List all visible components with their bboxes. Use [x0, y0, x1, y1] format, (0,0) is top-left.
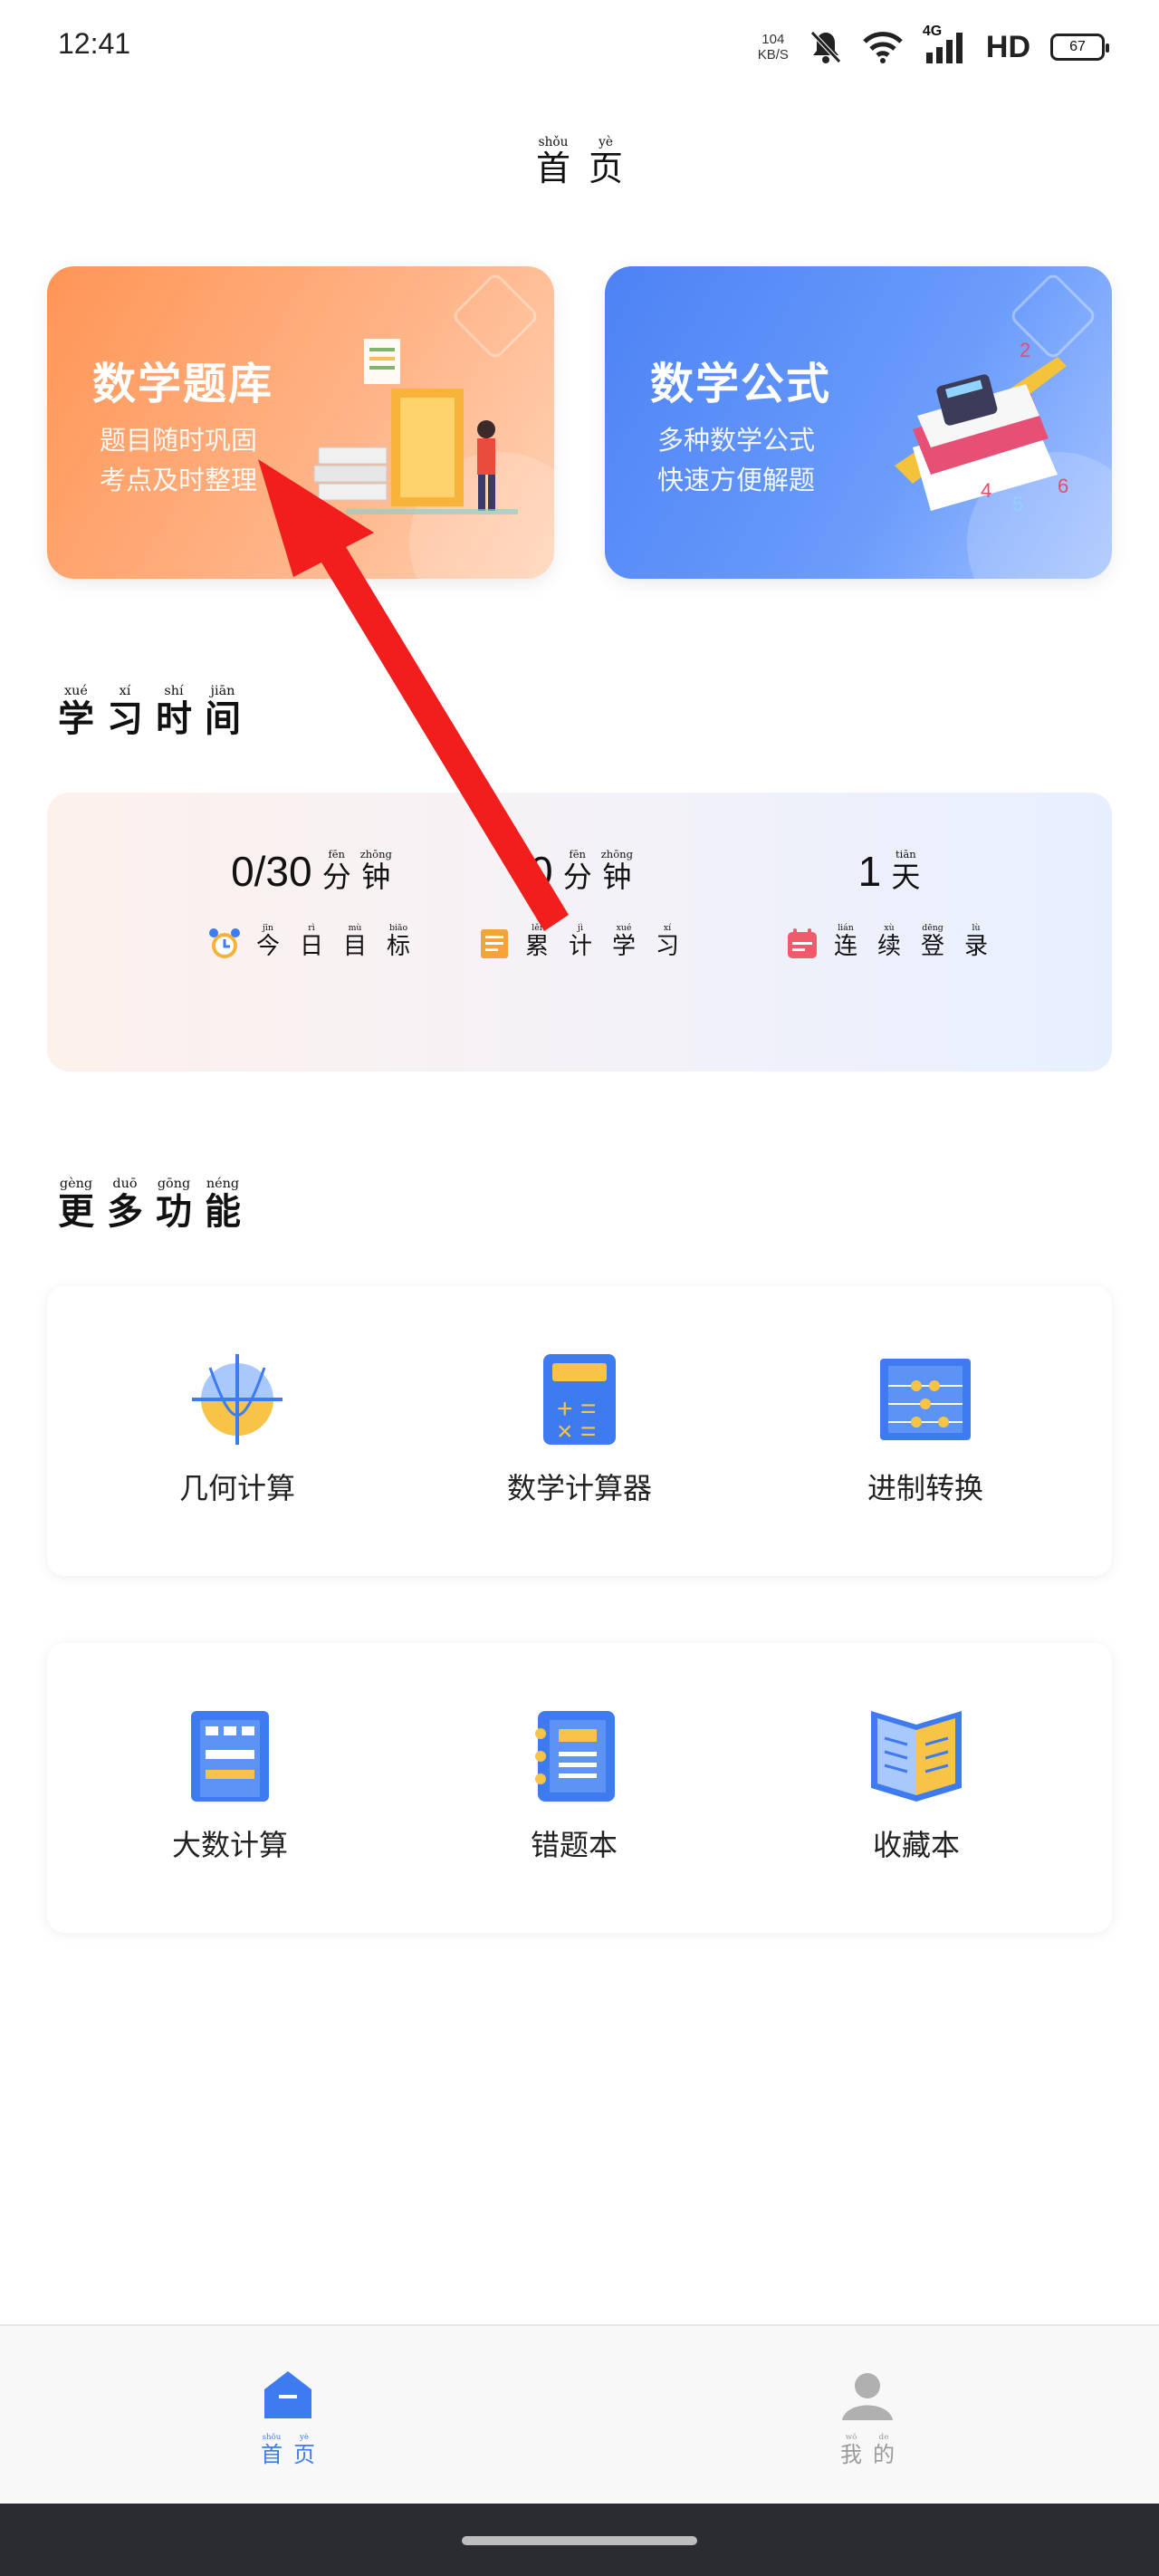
feature-label: 大数计算: [171, 1828, 288, 1862]
nav-mine-tab[interactable]: 我wǒ的de: [777, 2366, 958, 2468]
more-features-title: 更gèng多duō功gōng能néng: [58, 1177, 254, 1236]
svg-text:2: 2: [1020, 339, 1030, 361]
feature-label: 数学计算器: [506, 1471, 652, 1505]
feature-label: 收藏本: [872, 1828, 960, 1862]
title-char: 页yè: [589, 135, 624, 188]
stat-unit: 分fēn钟zhōng: [321, 848, 392, 894]
notebook-icon: [535, 1711, 615, 1802]
title-char: 首shǒu: [535, 135, 570, 188]
svg-text:4: 4: [981, 479, 991, 502]
card-subtitle: 题目随时巩固 考点及时整理: [100, 420, 257, 500]
net-speed-unit: KB/S: [757, 47, 789, 62]
geometry-graph-icon: [192, 1354, 283, 1445]
features-row-2: 大数计算 错题本 收藏本: [47, 1643, 1112, 1933]
feature-label: 错题本: [530, 1828, 618, 1862]
card-title: 数学题库: [92, 359, 274, 409]
home-screen: 12:41 104 KB/S 4G HD 67 首shǒu页yè 数学题库 题目…: [0, 0, 1159, 2576]
open-book-icon: [871, 1711, 962, 1802]
cellular-signal-icon: 4G: [923, 24, 966, 65]
stat-label: 今jīn 日rì 目mù 标biāo: [158, 923, 465, 961]
stat-value: 1: [857, 848, 882, 895]
stat-value: 0: [530, 848, 553, 895]
geometry-calc-button[interactable]: 几何计算: [101, 1350, 373, 1507]
calendar-icon: [787, 928, 817, 958]
stat-unit: 天tiān: [891, 848, 921, 894]
feature-label: 几何计算: [178, 1471, 295, 1505]
abacus-icon: [880, 1359, 971, 1440]
card-title: 数学公式: [650, 359, 832, 409]
status-icons: 104 KB/S 4G HD 67: [758, 20, 1109, 74]
battery-icon: 67: [1050, 34, 1109, 61]
network-type: 4G: [922, 24, 943, 39]
books-illustration-icon: [313, 339, 518, 514]
today-goal-stat: 0/30 分fēn钟zhōng 今jīn 日rì 目mù 标biāo: [158, 847, 465, 961]
page-title: 首shǒu 页yè: [0, 135, 1159, 190]
mute-bell-icon: [810, 31, 841, 63]
study-stats-panel: 0/30 分fēn钟zhōng 今jīn 日rì 目mù 标biāo 0 分fēn钟z…: [47, 793, 1112, 1072]
feature-label: 进制转换: [867, 1471, 983, 1505]
mistake-book-button[interactable]: 错题本: [438, 1706, 710, 1864]
bottom-nav: 首shǒu页yè 我wǒ的de: [0, 2324, 1159, 2504]
card-line: 快速方便解题: [657, 465, 816, 495]
big-number-calc-button[interactable]: 大数计算: [94, 1706, 366, 1864]
stat-unit: 分fēn钟zhōng: [562, 848, 633, 894]
status-bar: 12:41 104 KB/S 4G HD 67: [0, 0, 1159, 94]
card-line: 题目随时巩固: [100, 425, 258, 456]
user-profile-icon: [842, 2373, 893, 2420]
question-bank-card[interactable]: 数学题库 题目随时巩固 考点及时整理: [47, 266, 554, 579]
status-time: 12:41: [58, 27, 131, 60]
calculator-icon: + =× =: [543, 1354, 616, 1447]
login-streak-stat: 1 天tiān 连lián 续xù 登dēng 录lù: [735, 847, 1043, 961]
card-line: 考点及时整理: [100, 465, 258, 495]
math-formula-card[interactable]: 数学公式 多种数学公式 快速方便解题 2 5 6 4: [605, 266, 1112, 579]
formula-books-illustration-icon: 2 5 6 4: [895, 339, 1068, 515]
base-conversion-button[interactable]: 进制转换: [790, 1350, 1061, 1507]
home-indicator[interactable]: [462, 2536, 697, 2545]
scroll-icon: [480, 929, 508, 958]
big-number-icon: [191, 1711, 269, 1802]
card-subtitle: 多种数学公式 快速方便解题: [657, 420, 815, 500]
total-study-stat: 0 分fēn钟zhōng 累lěi 计jì 学xué 习xí: [427, 847, 735, 961]
svg-text:5: 5: [1012, 493, 1023, 515]
favorites-book-button[interactable]: 收藏本: [781, 1706, 1052, 1864]
hd-indicator: HD: [985, 29, 1030, 64]
stat-label: 连lián 续xù 登dēng 录lù: [735, 923, 1043, 961]
math-calculator-button[interactable]: + = × = 数学计算器: [444, 1350, 715, 1507]
system-nav-bar: [0, 2504, 1159, 2576]
wifi-icon: [863, 32, 903, 63]
svg-text:× =: × =: [557, 1417, 596, 1447]
net-speed-value: 104: [761, 32, 785, 47]
nav-label: 我wǒ的de: [840, 2433, 895, 2467]
home-icon: [264, 2371, 311, 2418]
study-time-title: 学xué习xí时shí间jiān: [58, 684, 254, 744]
stat-label: 累lěi 计jì 学xué 习xí: [427, 923, 735, 961]
alarm-clock-icon: [208, 928, 240, 958]
nav-home-tab[interactable]: 首shǒu页yè: [197, 2366, 378, 2468]
nav-label: 首shǒu页yè: [261, 2433, 315, 2467]
features-row-1: 几何计算 + = × = 数学计算器 进制转换: [47, 1286, 1112, 1576]
battery-level: 67: [1069, 39, 1086, 54]
card-line: 多种数学公式: [657, 425, 816, 456]
stat-value: 0/30: [231, 848, 312, 895]
svg-text:6: 6: [1058, 475, 1068, 497]
net-speed: 104 KB/S: [758, 32, 789, 62]
